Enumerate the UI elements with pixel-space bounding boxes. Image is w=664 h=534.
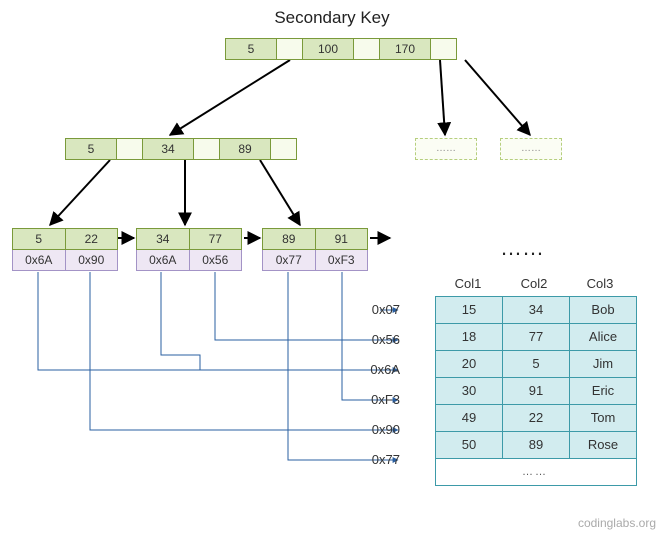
table-cell: 49 (436, 405, 503, 432)
table-more-cell: …… (436, 459, 634, 485)
table-row: 50 89 Rose (436, 432, 636, 459)
address-label: 0x90 (350, 422, 400, 437)
root-key: 100 (303, 39, 354, 59)
table-header: Col2 (501, 276, 567, 291)
table-cell: 20 (436, 351, 503, 378)
address-label: 0xF3 (350, 392, 400, 407)
table-header-row: Col1 Col2 Col3 (435, 276, 633, 291)
table-cell: Jim (570, 351, 636, 378)
table-cell: 77 (503, 324, 570, 351)
table-cell: 30 (436, 378, 503, 405)
table-row: 18 77 Alice (436, 324, 636, 351)
table-cell: 18 (436, 324, 503, 351)
leaf-pointer: 0x56 (190, 250, 243, 271)
leaf-node: 89 91 0x77 0xF3 (262, 228, 368, 271)
root-gap (277, 39, 303, 59)
leaf-key: 77 (190, 228, 243, 250)
table-row: 20 5 Jim (436, 351, 636, 378)
internal-gap (271, 139, 296, 159)
diagram-title: Secondary Key (0, 8, 664, 28)
leaf-key: 22 (66, 228, 119, 250)
data-table: 15 34 Bob 18 77 Alice 20 5 Jim 30 91 Eri… (435, 296, 637, 486)
leaf-pointer: 0xF3 (316, 250, 369, 271)
root-gap (354, 39, 380, 59)
table-cell: Alice (570, 324, 636, 351)
table-cell: 89 (503, 432, 570, 459)
table-more-row: …… (436, 459, 636, 485)
leaf-key: 91 (316, 228, 369, 250)
leaf-pointer: 0x90 (66, 250, 119, 271)
leaf-pointer: 0x6A (12, 250, 66, 271)
table-cell: 34 (503, 297, 570, 324)
address-label: 0x07 (350, 302, 400, 317)
internal-key: 89 (220, 139, 271, 159)
table-row: 15 34 Bob (436, 297, 636, 324)
table-cell: Bob (570, 297, 636, 324)
leaf-pointer: 0x77 (262, 250, 316, 271)
leaf-key: 89 (262, 228, 316, 250)
internal-key: 5 (66, 139, 117, 159)
table-cell: 22 (503, 405, 570, 432)
leaf-key: 34 (136, 228, 190, 250)
root-gap (431, 39, 456, 59)
table-row: 30 91 Eric (436, 378, 636, 405)
internal-gap (117, 139, 143, 159)
table-cell: 91 (503, 378, 570, 405)
leaf-pointer: 0x6A (136, 250, 190, 271)
ellipsis-node: …… (500, 138, 562, 160)
internal-node: 5 34 89 (65, 138, 297, 160)
ellipsis-text: …… (500, 235, 544, 261)
table-cell: 50 (436, 432, 503, 459)
leaf-node: 34 77 0x6A 0x56 (136, 228, 242, 271)
table-row: 49 22 Tom (436, 405, 636, 432)
leaf-node: 5 22 0x6A 0x90 (12, 228, 118, 271)
table-cell: 5 (503, 351, 570, 378)
table-header: Col3 (567, 276, 633, 291)
root-key: 170 (380, 39, 431, 59)
internal-key: 34 (143, 139, 194, 159)
internal-gap (194, 139, 220, 159)
address-label: 0x77 (350, 452, 400, 467)
root-key: 5 (226, 39, 277, 59)
root-node: 5 100 170 (225, 38, 457, 60)
address-label: 0x6A (350, 362, 400, 377)
table-cell: Tom (570, 405, 636, 432)
table-cell: 15 (436, 297, 503, 324)
table-cell: Eric (570, 378, 636, 405)
ellipsis-node: …… (415, 138, 477, 160)
address-label: 0x56 (350, 332, 400, 347)
credit-text: codinglabs.org (578, 516, 656, 530)
leaf-key: 5 (12, 228, 66, 250)
table-header: Col1 (435, 276, 501, 291)
table-cell: Rose (570, 432, 636, 459)
